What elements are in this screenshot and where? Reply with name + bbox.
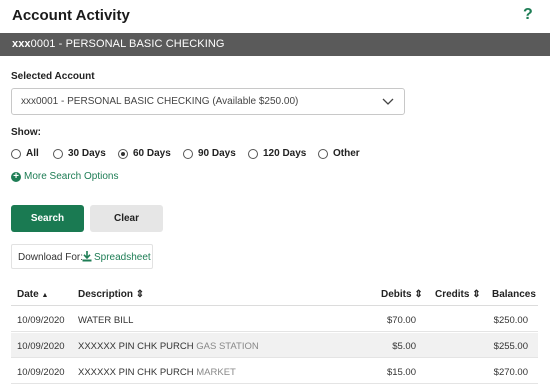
cell-date: 10/09/2020 bbox=[17, 315, 65, 326]
cell-debit: $70.00 bbox=[386, 315, 416, 326]
cell-balance: $255.00 bbox=[493, 341, 528, 352]
account-bar-label: xxx0001 - PERSONAL BASIC CHECKING bbox=[12, 38, 225, 50]
header-description[interactable]: Description ⇕ bbox=[78, 289, 144, 300]
radio-label: 30 Days bbox=[68, 148, 106, 159]
download-box: Download For: Spreadsheet bbox=[11, 244, 153, 269]
radio-circle bbox=[183, 149, 193, 159]
cell-description: XXXXXX PIN CHK PURCH GAS STATION bbox=[78, 341, 259, 352]
cell-balance: $270.00 bbox=[493, 367, 528, 378]
radio-circle bbox=[248, 149, 258, 159]
spreadsheet-link[interactable]: Spreadsheet bbox=[94, 252, 151, 263]
table-row[interactable]: 10/09/2020 WATER BILL $70.00 $250.00 bbox=[11, 307, 538, 332]
header-description-label: Description bbox=[78, 289, 134, 300]
search-button[interactable]: Search bbox=[11, 205, 84, 232]
cell-description: XXXXXX PIN CHK PURCH MARKET bbox=[78, 367, 236, 378]
header-balances[interactable]: Balances bbox=[492, 289, 536, 300]
description-sub: MARKET bbox=[196, 367, 236, 378]
sort-icon: ⇕ bbox=[414, 289, 423, 300]
clear-button[interactable]: Clear bbox=[90, 205, 163, 232]
radio-circle bbox=[11, 149, 21, 159]
cell-date: 10/09/2020 bbox=[17, 341, 65, 352]
header-date[interactable]: Date ▲ bbox=[17, 289, 48, 300]
help-icon[interactable]: ? bbox=[523, 6, 533, 24]
cell-balance: $250.00 bbox=[493, 315, 528, 326]
download-icon[interactable] bbox=[82, 251, 92, 262]
radio-circle-selected bbox=[118, 149, 128, 159]
page-header: Account Activity ? bbox=[0, 0, 550, 32]
radio-label: Other bbox=[333, 148, 360, 159]
header-debits-label: Debits bbox=[381, 289, 412, 300]
download-label: Download For: bbox=[18, 252, 84, 263]
selected-account-label: Selected Account bbox=[11, 71, 95, 82]
account-select-value: xxx0001 - PERSONAL BASIC CHECKING (Avail… bbox=[21, 96, 299, 107]
table-header: Date ▲ Description ⇕ Debits ⇕ Credits ⇕ … bbox=[11, 282, 538, 306]
show-label: Show: bbox=[11, 127, 41, 138]
radio-label: All bbox=[26, 148, 39, 159]
sort-icon: ⇕ bbox=[472, 289, 481, 300]
description-main: WATER BILL bbox=[78, 315, 134, 326]
header-debits[interactable]: Debits ⇕ bbox=[381, 289, 423, 300]
chevron-down-icon bbox=[382, 98, 394, 105]
account-bar: xxx0001 - PERSONAL BASIC CHECKING bbox=[0, 33, 550, 56]
description-main: XXXXXX PIN CHK PURCH bbox=[78, 367, 194, 378]
more-search-options-label: More Search Options bbox=[24, 171, 119, 182]
header-date-label: Date bbox=[17, 289, 39, 300]
cell-date: 10/09/2020 bbox=[17, 367, 65, 378]
table-row[interactable]: 10/09/2020 XXXXXX PIN CHK PURCH GAS STAT… bbox=[11, 333, 538, 358]
cell-debit: $5.00 bbox=[392, 341, 416, 352]
cell-description: WATER BILL bbox=[78, 315, 133, 326]
radio-label: 120 Days bbox=[263, 148, 307, 159]
radio-label: 60 Days bbox=[133, 148, 171, 159]
header-credits[interactable]: Credits ⇕ bbox=[435, 289, 481, 300]
radio-label: 90 Days bbox=[198, 148, 236, 159]
account-select[interactable]: xxx0001 - PERSONAL BASIC CHECKING (Avail… bbox=[11, 88, 405, 115]
description-main: XXXXXX PIN CHK PURCH bbox=[78, 341, 194, 352]
sort-asc-icon: ▲ bbox=[41, 292, 49, 299]
table-row[interactable]: 10/09/2020 XXXXXX PIN CHK PURCH MARKET $… bbox=[11, 359, 538, 384]
account-number: 0001 - PERSONAL BASIC CHECKING bbox=[30, 38, 225, 50]
account-mask: xxx bbox=[12, 38, 31, 50]
cell-debit: $15.00 bbox=[386, 367, 416, 378]
description-sub: GAS STATION bbox=[196, 341, 259, 352]
sort-icon: ⇕ bbox=[135, 289, 145, 300]
plus-circle-icon: + bbox=[11, 172, 21, 182]
page-title: Account Activity bbox=[12, 7, 130, 24]
header-credits-label: Credits bbox=[435, 289, 470, 300]
radio-circle bbox=[53, 149, 63, 159]
radio-circle bbox=[318, 149, 328, 159]
